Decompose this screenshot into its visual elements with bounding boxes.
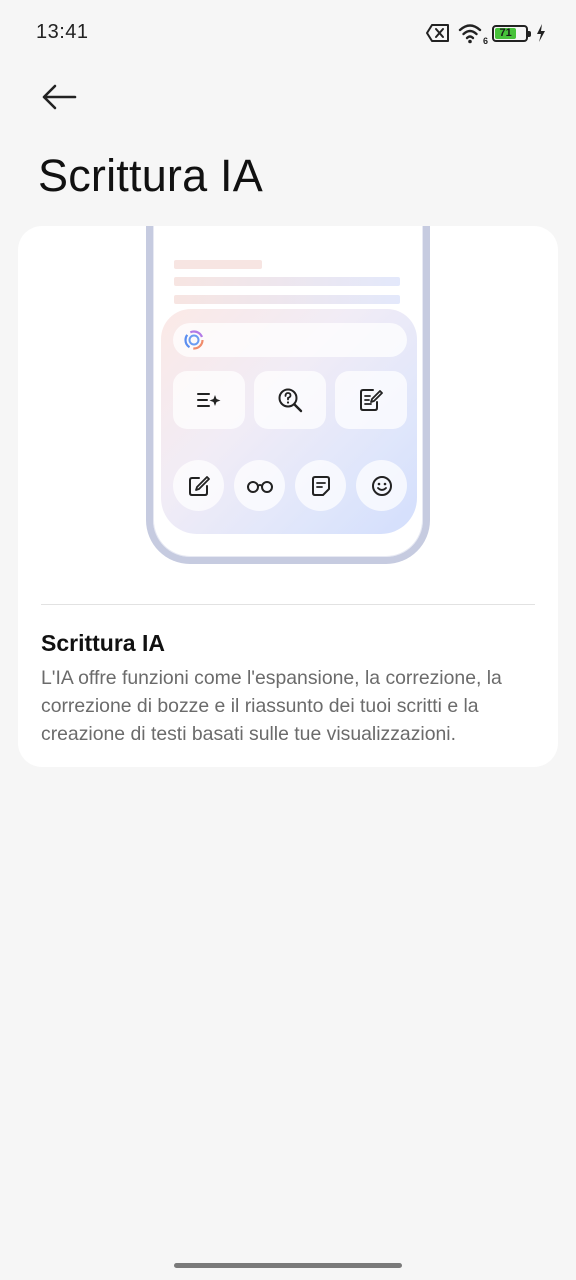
charging-bolt-icon [537, 24, 545, 42]
placeholder-line [174, 295, 400, 304]
summary-doc-icon [311, 475, 330, 496]
wifi-icon [458, 24, 482, 44]
ai-input-bar [173, 323, 407, 357]
sim-card-error-icon [426, 24, 449, 42]
tool-proofread [335, 371, 407, 429]
glasses-icon [246, 480, 273, 493]
back-button[interactable] [36, 76, 82, 118]
edit-note-icon [360, 389, 383, 411]
status-bar: 13:41 6 71 [0, 0, 576, 64]
home-indicator[interactable] [174, 1263, 402, 1268]
search-question-icon [278, 388, 303, 413]
status-time: 13:41 [36, 21, 89, 43]
smiley-icon [371, 475, 392, 496]
wifi-indicator: 6 [458, 22, 488, 46]
placeholder-line [174, 277, 400, 286]
page-title: Scrittura IA [38, 150, 263, 201]
ai-logo-icon [184, 330, 204, 350]
screen: 13:41 6 71 Scrittura IA Scrittura IA L'I… [0, 0, 576, 1280]
battery-fill: 71 [495, 26, 517, 39]
feature-illustration [18, 226, 558, 586]
arrow-left-icon [42, 84, 77, 110]
wifi-badge: 6 [482, 36, 488, 46]
tool-expand [173, 371, 245, 429]
expand-sparkle-icon [197, 393, 221, 407]
phone-mockup [146, 226, 430, 564]
tool-summary [295, 460, 346, 511]
pen-write-icon [188, 475, 210, 496]
card-title: Scrittura IA [41, 630, 165, 656]
card-description: L'IA offre funzioni come l'espansione, l… [41, 667, 502, 745]
tool-correct [254, 371, 326, 429]
battery-icon: 71 [492, 24, 531, 42]
placeholder-line [174, 260, 262, 269]
card-divider [41, 604, 535, 605]
tool-emoji [356, 460, 407, 511]
ai-writing-panel [161, 309, 417, 534]
tool-write [173, 460, 224, 511]
status-icons: 6 71 [426, 20, 546, 46]
feature-card: Scrittura IA L'IA offre funzioni come l'… [18, 226, 558, 767]
tool-read [234, 460, 285, 511]
battery-level: 71 [499, 26, 512, 39]
